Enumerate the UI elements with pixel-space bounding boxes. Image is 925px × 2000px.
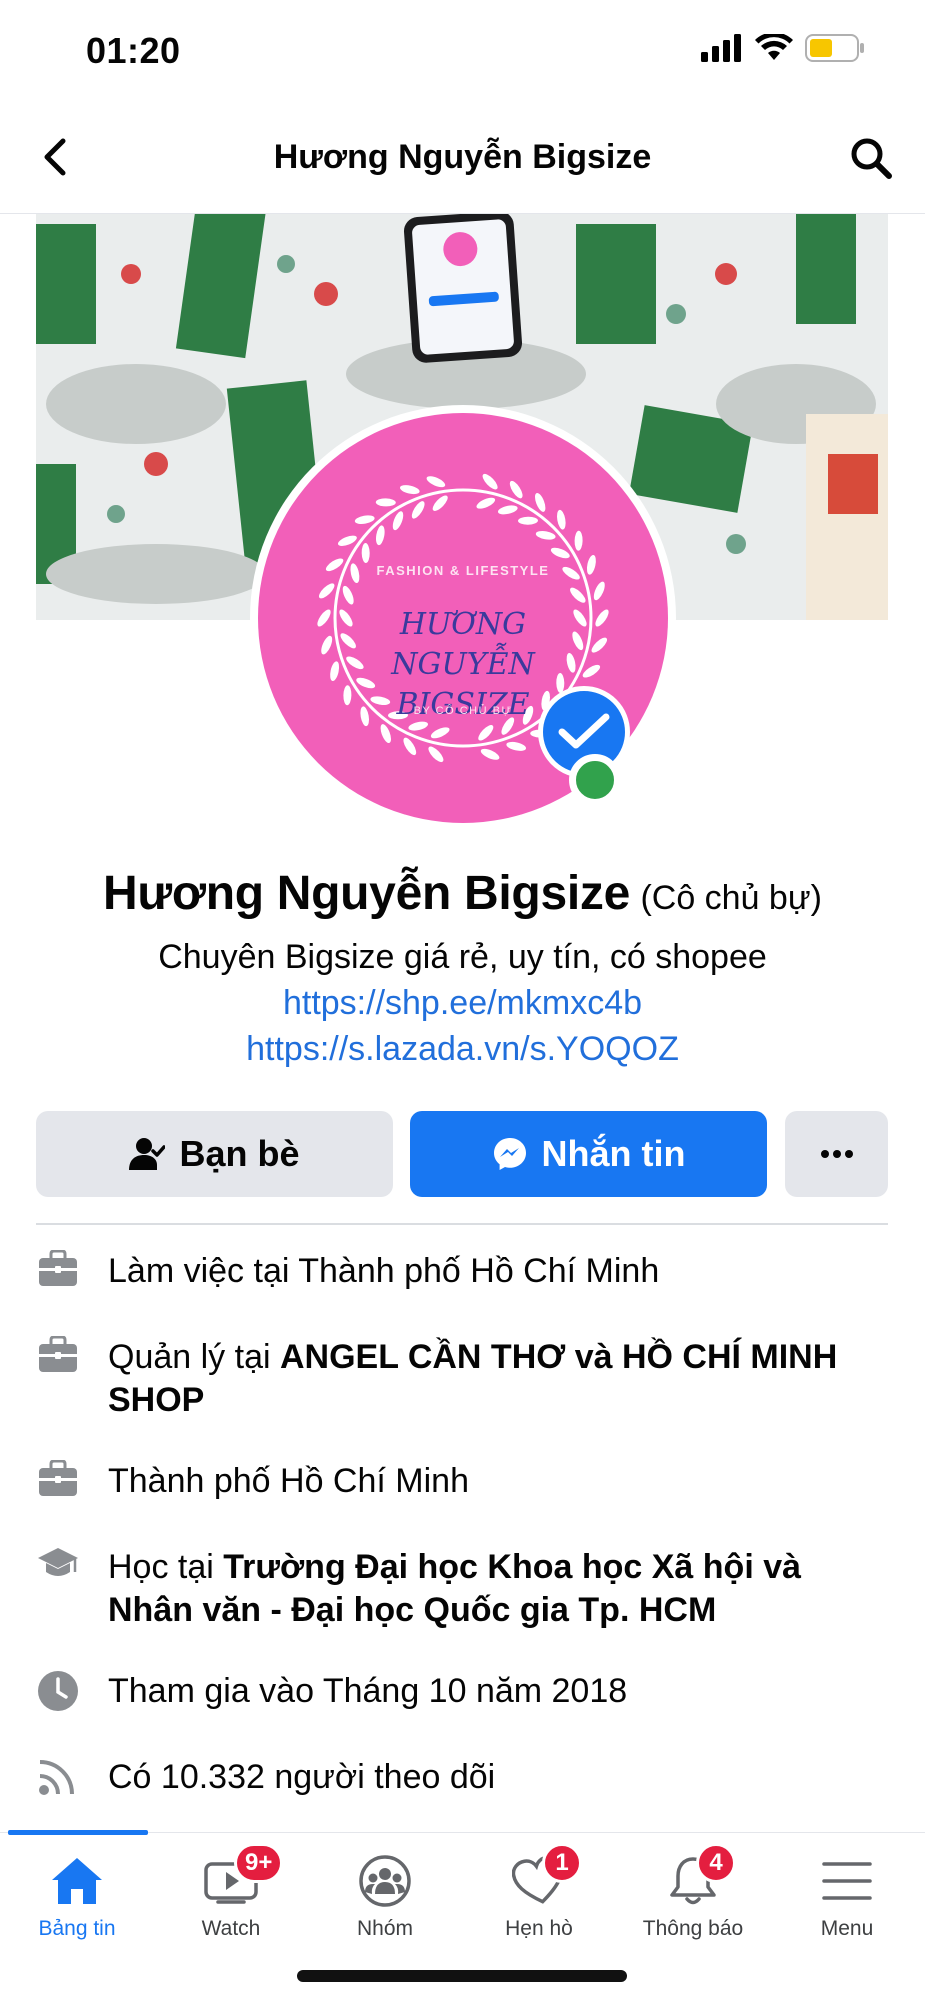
laurel-leaf [380,724,391,744]
cellular-signal-icon [701,34,743,67]
laurel-leaf [476,497,496,509]
friends-button[interactable]: Bạn bè [36,1111,393,1197]
home-icon [49,1853,105,1909]
detail-education: Học tại Trường Đại học Khoa học Xã hội v… [36,1546,888,1632]
laurel-leaf [480,748,500,760]
graduation-cap-icon [36,1546,80,1590]
briefcase-icon [36,1250,80,1294]
profile-alt-name: (Cô chủ bự) [640,879,822,917]
tab-label: Hẹn hò [505,1917,573,1940]
checkmark-icon [558,713,610,749]
briefcase-icon [36,1336,80,1380]
profile-bio: Chuyên Bigsize giá rẻ, uy tín, có shopee [158,938,767,976]
messenger-icon [492,1136,528,1172]
home-indicator [297,1970,627,1982]
online-status-dot [569,754,621,806]
detail-work: Làm việc tại Thành phố Hồ Chí Minh [36,1250,888,1294]
tab-watch[interactable]: 9+ Watch [154,1833,308,1953]
hamburger-menu-icon [819,1853,875,1909]
section-divider [36,1223,888,1225]
tab-news-feed[interactable]: Bảng tin [0,1833,154,1953]
detail-followers: Có 10.332 người theo dõi [36,1756,888,1800]
more-options-button[interactable] [785,1111,888,1197]
laurel-leaf [375,498,396,507]
search-button[interactable] [845,132,897,184]
detail-work-text: Làm việc tại Thành phố Hồ Chí Minh [108,1252,660,1290]
detail-followers-text[interactable]: Có 10.332 người theo dõi [108,1756,495,1800]
page-title: Hương Nguyễn Bigsize [273,138,652,176]
profile-name: Hương Nguyễn Bigsize [103,867,630,920]
battery-icon [805,34,865,67]
laurel-leaf [570,587,586,603]
laurel-leaf [550,547,570,559]
status-icons [701,32,865,67]
friend-check-icon [129,1137,166,1171]
detail-joined-text: Tham gia vào Tháng 10 năm 2018 [108,1672,628,1710]
briefcase-icon [36,1460,80,1504]
laurel-leaf [399,485,420,495]
laurel-leaf [375,525,385,546]
laurel-leaf [518,516,538,525]
detail-manager: Quản lý tại ANGEL CẦN THƠ và HỒ CHÍ MINH… [36,1336,888,1422]
tab-menu[interactable]: Menu [770,1833,924,1953]
detail-joined: Tham gia vào Tháng 10 năm 2018 [36,1670,888,1714]
cover-phone-screen [411,218,515,356]
rss-icon [36,1756,80,1800]
laurel-leaf [509,480,523,499]
laurel-leaf [535,530,556,540]
clock-icon [36,1670,80,1714]
detail-manager-text: Quản lý tại ANGEL CẦN THƠ và HỒ CHÍ MINH… [108,1338,838,1419]
laurel-leaf [411,501,425,519]
laurel-leaf [506,741,527,751]
status-time: 01:20 [86,30,181,71]
tab-label: Nhóm [356,1917,414,1940]
detail-education-text: Học tại Trường Đại học Khoa học Xã hội v… [108,1548,802,1629]
groups-icon [357,1853,413,1909]
tab-dating[interactable]: 1 Hẹn hò [462,1833,616,1953]
laurel-leaf [556,509,566,530]
nav-header: Hương Nguyễn Bigsize [0,100,925,214]
laurel-leaf [430,727,450,739]
friends-button-label: Bạn bè [179,1133,300,1174]
detail-city-text: Thành phố Hồ Chí Minh [108,1462,469,1500]
search-icon [851,138,892,179]
laurel-leaf [482,473,498,490]
more-dots-icon [820,1150,853,1158]
tab-notifications[interactable]: 4 Thông báo [616,1833,770,1953]
laurel-leaf [574,530,583,551]
laurel-leaf [342,585,354,605]
laurel-leaf [403,737,417,756]
watch-badge: 9+ [234,1843,284,1883]
laurel-leaf [428,746,444,763]
profile-actions: Bạn bè Nhắn tin [36,1111,888,1197]
wifi-icon [755,32,793,67]
laurel-leaf [535,492,546,512]
tab-label: Bảng tin [38,1917,116,1940]
laurel-leaf [593,581,605,601]
laurel-leaf [392,511,404,531]
bio-link-shopee[interactable]: https://shp.ee/mkmxc4b [0,984,925,1023]
laurel-leaf [354,515,375,525]
dating-badge: 1 [542,1843,582,1883]
tab-label: Thông báo [642,1917,744,1940]
tab-label: Menu [820,1917,874,1940]
detail-city: Thành phố Hồ Chí Minh [36,1460,888,1504]
notifications-badge: 4 [696,1843,736,1883]
tab-groups[interactable]: Nhóm [308,1833,462,1953]
laurel-leaf [432,495,448,511]
cover-phone-image [403,214,523,364]
profile-name-row: Hương Nguyễn Bigsize (Cô chủ bự) [0,866,925,921]
laurel-leaf [497,505,518,515]
laurel-leaf [361,543,370,563]
bio-link-lazada[interactable]: https://s.lazada.vn/s.YOQOZ [0,1030,925,1069]
laurel-leaf [426,476,446,488]
laurel-leaf [478,725,494,741]
avatar-tagline: FASHION & LIFESTYLE [376,563,550,578]
tab-label: Watch [201,1917,261,1940]
message-button-label: Nhắn tin [541,1133,686,1174]
laurel-leaf [318,583,335,599]
status-bar: 01:20 [0,0,925,100]
laurel-leaf [337,535,357,546]
message-button[interactable]: Nhắn tin [410,1111,767,1197]
